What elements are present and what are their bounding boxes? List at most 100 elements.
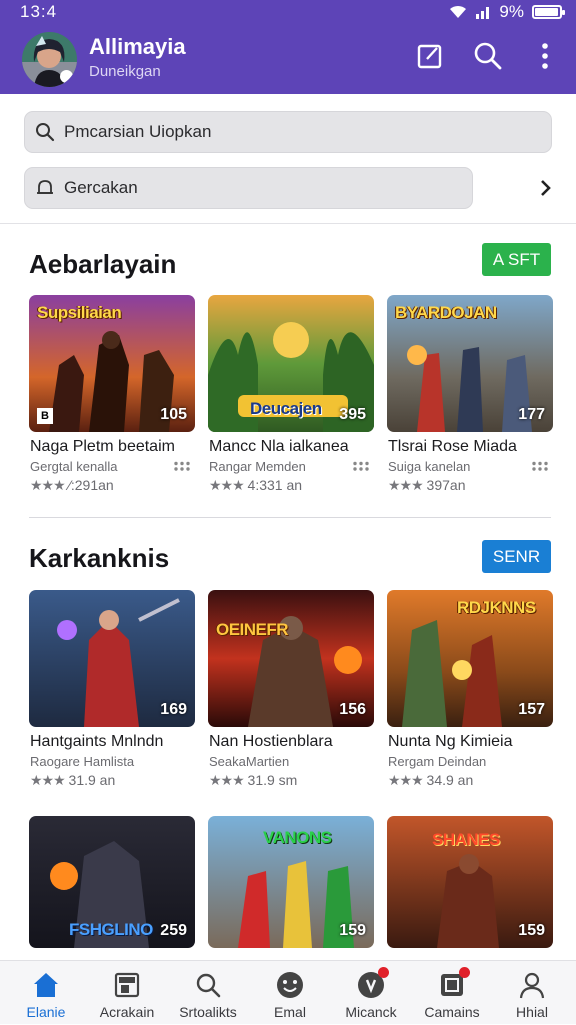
- status-time: 13:4: [20, 2, 58, 21]
- home-icon: [30, 969, 62, 1001]
- more-dots-icon[interactable]: [352, 461, 370, 471]
- game-title-art: FSHGLINO: [69, 920, 153, 939]
- filter-bar[interactable]: Gercakan: [24, 167, 473, 209]
- game-name: Tlsrai Rose Miada: [388, 438, 517, 455]
- game-card[interactable]: BYARDOJAN 177 Tlsrai Rose Miada Suiga ka…: [387, 295, 553, 493]
- game-title-art: Deucajen: [250, 399, 322, 418]
- notification-dot: [459, 967, 470, 978]
- status-icons: 9%: [449, 2, 565, 22]
- search-icon: [36, 123, 55, 142]
- count-badge: 159: [518, 922, 545, 939]
- app-bar: Allimayia Duneikgan: [0, 24, 576, 94]
- search-icon: [192, 969, 224, 1001]
- count-badge: 177: [518, 406, 545, 423]
- game-card[interactable]: RDJKNNS 157 Nunta Ng Kimieia Rergam Dein…: [387, 590, 553, 788]
- game-thumbnail: 169: [29, 590, 195, 727]
- game-card[interactable]: OEINEFR 156 Nan Hostienblara SeakaMartie…: [208, 590, 374, 788]
- game-card[interactable]: Deucajen 395 Mancc Nla ialkanea Rangar M…: [208, 295, 374, 493]
- nav-emal[interactable]: Emal: [249, 961, 331, 1025]
- nav-profile[interactable]: Hhial: [491, 961, 573, 1025]
- wifi-icon: [450, 5, 467, 18]
- game-thumbnail: BYARDOJAN 177: [387, 295, 553, 432]
- divider: [0, 223, 576, 224]
- notification-dot: [378, 967, 389, 978]
- game-card[interactable]: VANONS 159: [208, 816, 374, 948]
- game-title-art: VANONS: [263, 828, 332, 847]
- game-thumbnail: FSHGLINO 259: [29, 816, 195, 948]
- rating-text: 4:331 an: [247, 477, 303, 493]
- age-badge: B: [37, 408, 53, 424]
- chevron-right-icon[interactable]: [536, 178, 556, 198]
- filter-text: Gercakan: [64, 178, 138, 197]
- game-name: Nunta Ng Kimieia: [388, 733, 513, 750]
- game-developer: Rergam Deindan: [388, 754, 487, 769]
- game-developer: SeakaMartien: [209, 754, 290, 769]
- nav-home[interactable]: Elanie: [5, 961, 87, 1025]
- game-card[interactable]: 169 Hantgaints Mnlndn Raogare Hamlista ★…: [29, 590, 195, 788]
- game-rating: ★★★ 31.9 an: [30, 772, 115, 789]
- search-icon[interactable]: [472, 40, 504, 72]
- rating-stars: ★★★: [388, 772, 424, 788]
- rating-stars: ★★★: [209, 772, 245, 788]
- battery-icon: [532, 5, 565, 19]
- rating-stars: ★★★: [388, 477, 424, 493]
- window-icon: [111, 969, 143, 1001]
- nav-label: Srtoalikts: [179, 1004, 237, 1020]
- avatar[interactable]: [22, 32, 77, 87]
- game-title-art: SHANES: [432, 830, 500, 849]
- section-2-action-button[interactable]: SENR: [482, 540, 551, 573]
- game-rating: ★★★ 31.9 sm: [209, 772, 297, 789]
- search-bar[interactable]: Pmcarsian Uiopkan: [24, 111, 552, 153]
- rating-text: 31.9 an: [68, 772, 116, 788]
- nav-label: Hhial: [516, 1004, 548, 1020]
- count-badge: 105: [160, 406, 187, 423]
- app-title: Allimayia: [89, 34, 186, 59]
- game-name: Mancc Nla ialkanea: [209, 438, 349, 455]
- game-card[interactable]: SHANES 159: [387, 816, 553, 948]
- count-badge: 395: [339, 406, 366, 423]
- game-developer: Rangar Memden: [209, 459, 306, 474]
- game-thumbnail: SHANES 159: [387, 816, 553, 948]
- rating-stars: ★★★: [209, 477, 245, 493]
- nav-srtoalikts[interactable]: Srtoalikts: [167, 961, 249, 1025]
- count-badge: 156: [339, 701, 366, 718]
- search-text: Pmcarsian Uiopkan: [64, 122, 212, 141]
- game-rating: ★★★ 4:331 an: [209, 477, 302, 494]
- rating-stars: ★★★: [30, 772, 66, 788]
- nav-label: Camains: [424, 1004, 480, 1020]
- section-divider: [29, 517, 551, 518]
- nav-camains[interactable]: Camains: [411, 961, 493, 1025]
- rating-text: 397an: [426, 477, 466, 493]
- more-dots-icon[interactable]: [173, 461, 191, 471]
- nav-acrakain[interactable]: Acrakain: [86, 961, 168, 1025]
- section-title-1: Aebarlayain: [29, 249, 177, 279]
- nav-label: Acrakain: [99, 1004, 155, 1020]
- status-bar: 13:4 9%: [0, 0, 576, 24]
- game-name: Naga Pletm beetaim: [30, 438, 175, 455]
- game-title-art: Supsiliaian: [37, 303, 122, 322]
- game-thumbnail: Supsiliaian B 105: [29, 295, 195, 432]
- count-badge: 169: [160, 701, 187, 718]
- more-dots-icon[interactable]: [531, 461, 549, 471]
- game-card[interactable]: FSHGLINO 259: [29, 816, 195, 948]
- battery-percent: 9%: [499, 2, 524, 21]
- bottom-navigation: Elanie Acrakain Srtoalikts Emal Micanck …: [0, 960, 576, 1024]
- game-developer: Gergtal kenalla: [30, 459, 118, 474]
- rating-text: 34.9 an: [426, 772, 474, 788]
- count-badge: 259: [160, 922, 187, 939]
- main-content: Pmcarsian Uiopkan Gercakan Aebarlayain A…: [0, 94, 576, 960]
- game-rating: ★★★ ⁄:291an: [30, 477, 114, 494]
- section-title-2: Karkanknis: [29, 543, 170, 573]
- game-title-art: OEINEFR: [216, 620, 289, 639]
- count-badge: 159: [339, 922, 366, 939]
- section-1-action-button[interactable]: A SFT: [482, 243, 551, 276]
- rating-text: 31.9 sm: [247, 772, 298, 788]
- game-thumbnail: Deucajen 395: [208, 295, 374, 432]
- compose-icon[interactable]: [414, 40, 446, 72]
- game-developer: Raogare Hamlista: [30, 754, 135, 769]
- game-name: Hantgaints Mnlndn: [30, 733, 164, 750]
- more-vert-icon[interactable]: [529, 40, 561, 72]
- nav-micanck[interactable]: Micanck: [330, 961, 412, 1025]
- game-card[interactable]: Supsiliaian B 105 Naga Pletm beetaim Ger…: [29, 295, 195, 493]
- avatar-status-dot: [60, 70, 73, 83]
